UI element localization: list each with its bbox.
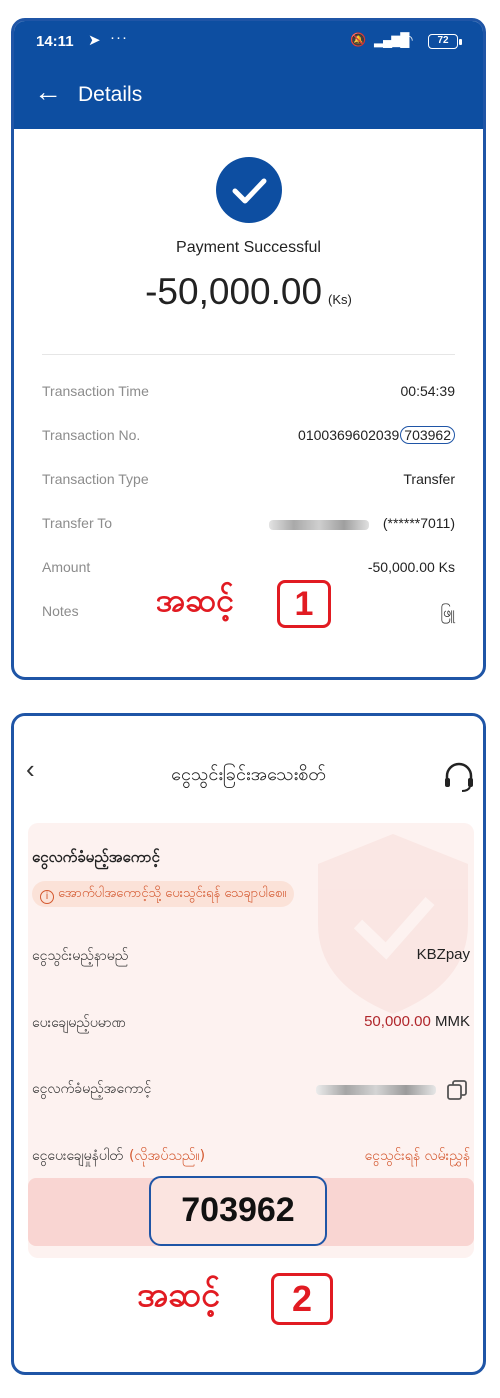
detail-label: Transaction Type bbox=[42, 471, 149, 487]
detail-value: 00:54:39 bbox=[400, 383, 456, 399]
redacted-account bbox=[316, 1085, 436, 1095]
amount-value: -50,000.00 bbox=[145, 271, 323, 312]
detail-label: Transaction No. bbox=[42, 427, 141, 443]
info-icon: i bbox=[40, 890, 54, 904]
row-value: KBZpay bbox=[416, 946, 470, 963]
warning-banner: i အောက်ပါအကောင့်သို့ ပေးသွင်းရန် သေချာပါစ… bbox=[32, 881, 295, 907]
amount-currency: (Ks) bbox=[328, 292, 352, 307]
detail-label: Notes bbox=[42, 603, 79, 619]
notes-label: ငွေပေးချေမှုနံပါတ် bbox=[32, 1148, 123, 1164]
detail-row-notes: Notes ဖြူ bbox=[42, 603, 455, 625]
row-receive-account: ငွေလက်ခံမည့်အကောင့် bbox=[32, 1079, 470, 1103]
step-label: အဆင့် bbox=[137, 1275, 220, 1315]
detail-label: Transfer To bbox=[42, 515, 113, 531]
row-payment-number: ငွေပေးချေမှုနံပါတ် (လိုအပ်သည်။) ငွေသွင်းရန… bbox=[32, 1146, 470, 1170]
copy-icon[interactable] bbox=[446, 1079, 468, 1101]
detail-value: -50,000.00 Ks bbox=[367, 559, 455, 575]
row-label: ငွေသွင်းမည့်နာမည် bbox=[32, 948, 129, 964]
transaction-no-highlight: 703962 bbox=[400, 426, 455, 444]
payment-code-highlight: 703962 bbox=[149, 1176, 327, 1246]
detail-row-transaction-no: Transaction No. 0100369602039 703962 bbox=[42, 426, 455, 449]
mute-icon: 🔕 bbox=[350, 32, 367, 47]
row-label: ပေးချေမည့်ပမာဏ bbox=[32, 1015, 126, 1031]
detail-label: Amount bbox=[42, 559, 91, 575]
transaction-no-prefix: 0100369602039 bbox=[298, 427, 400, 443]
row-value: 50,000.00 MMK bbox=[364, 1013, 470, 1030]
send-icon: ➤ bbox=[88, 32, 101, 49]
detail-label: Transaction Time bbox=[42, 383, 149, 399]
page-title: ငွေသွင်းခြင်းအသေးစိတ် bbox=[171, 764, 326, 785]
deposit-detail-panel: ‹ ငွေသွင်းခြင်းအသေးစိတ် ငွေလက်ခံမည့်အကော… bbox=[11, 713, 486, 1375]
step-number: 1 bbox=[277, 580, 331, 628]
detail-row-time: Transaction Time 00:54:39 bbox=[42, 383, 455, 405]
step-number: 2 bbox=[271, 1273, 333, 1325]
redacted-name bbox=[269, 520, 369, 530]
notes-guide-link[interactable]: ငွေသွင်းရန် လမ်းညွှန် bbox=[365, 1146, 470, 1167]
status-dots: ··· bbox=[110, 29, 128, 46]
arrow-left-icon[interactable]: ← bbox=[34, 77, 62, 107]
divider bbox=[42, 354, 455, 355]
step-label: အဆင့် bbox=[156, 581, 235, 619]
row-deposit-name: ငွေသွင်းမည့်နာမည် KBZpay bbox=[32, 946, 470, 970]
detail-value: ဖြူ bbox=[440, 605, 455, 621]
amount-unit: MMK bbox=[435, 1013, 470, 1030]
battery-icon: 72 bbox=[428, 34, 458, 49]
section-title: ငွေလက်ခံမည့်အကောင့် bbox=[32, 848, 160, 866]
battery-level: 72 bbox=[437, 35, 449, 46]
row-label: ငွေလက်ခံမည့်အကောင့် bbox=[32, 1081, 152, 1097]
battery-nub bbox=[459, 39, 462, 45]
warning-text: အောက်ပါအကောင့်သို့ ပေးသွင်းရန် သေချာပါစေ… bbox=[58, 886, 287, 901]
payment-status: Payment Successful bbox=[176, 239, 321, 256]
detail-row-type: Transaction Type Transfer bbox=[42, 471, 455, 493]
amount-display: -50,000.00 (Ks) bbox=[14, 271, 483, 313]
page-title: Details bbox=[78, 83, 143, 106]
notes-required: (လိုအပ်သည်။) bbox=[128, 1148, 206, 1164]
amount-value: 50,000.00 bbox=[364, 1013, 431, 1030]
detail-value: (******7011) bbox=[382, 515, 455, 531]
detail-value: 0100369602039 703962 bbox=[298, 426, 455, 444]
wifi-icon: ◠ bbox=[402, 32, 414, 47]
detail-row-transfer-to: Transfer To (******7011) bbox=[42, 515, 455, 537]
status-time: 14:11 bbox=[36, 33, 74, 50]
row-pay-amount: ပေးချေမည့်ပမာဏ 50,000.00 MMK bbox=[32, 1013, 470, 1037]
detail-row-amount: Amount -50,000.00 Ks bbox=[42, 559, 455, 581]
check-icon bbox=[216, 157, 282, 223]
app-bar: ← Details bbox=[14, 61, 483, 129]
shield-icon bbox=[318, 834, 468, 1014]
kbzpay-receipt-panel: 14:11 ➤ ··· 🔕 ▂▄▆█ ◠ 72 ← Details Paymen… bbox=[11, 18, 486, 680]
detail-value: Transfer bbox=[403, 471, 455, 487]
headset-icon[interactable] bbox=[442, 760, 476, 794]
status-bar: 14:11 ➤ ··· 🔕 ▂▄▆█ ◠ 72 bbox=[14, 21, 483, 61]
header: ‹ ငွေသွင်းခြင်းအသေးစိတ် bbox=[14, 716, 483, 816]
